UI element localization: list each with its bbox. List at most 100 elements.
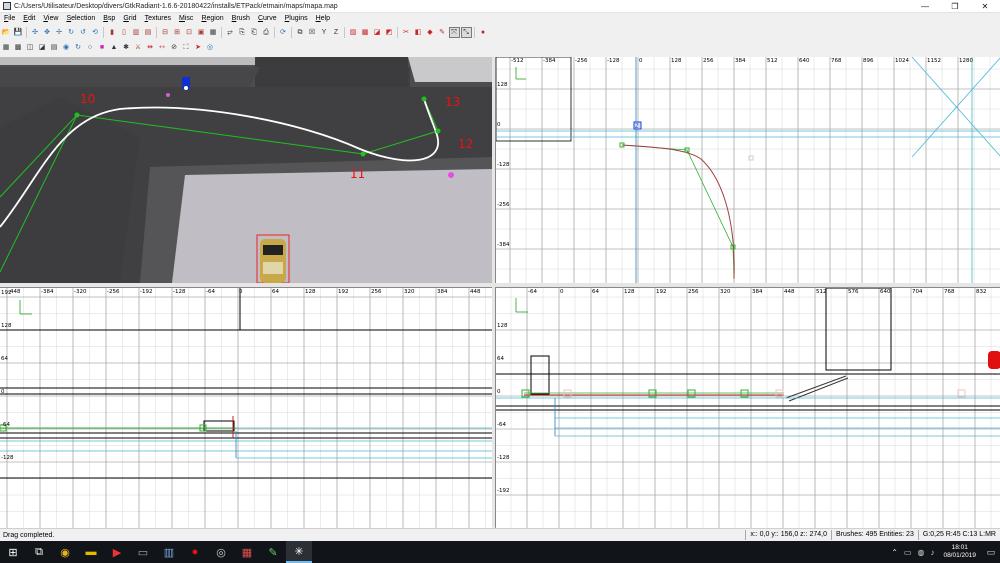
color-icon[interactable]: ◉: [61, 42, 72, 53]
task-view-icon[interactable]: ⧉: [26, 541, 52, 563]
patch-cap-icon[interactable]: ▩: [360, 27, 371, 38]
tray-icon[interactable]: ⌃: [888, 548, 901, 557]
csg-merge-icon[interactable]: ⊞: [172, 27, 183, 38]
region-icon[interactable]: ⛶: [181, 42, 192, 53]
menu-curve[interactable]: Curve: [254, 15, 281, 22]
grid-icon[interactable]: ▦: [1, 42, 12, 53]
open-icon[interactable]: 📂: [1, 27, 12, 38]
z-view-icon[interactable]: Z: [331, 27, 342, 38]
bones-icon[interactable]: ⚔: [133, 42, 144, 53]
rotate-y-icon[interactable]: ↺: [78, 27, 89, 38]
xz-curve[interactable]: [0, 416, 236, 438]
clipper-icon[interactable]: ▦: [208, 27, 219, 38]
menu-plugins[interactable]: Plugins: [281, 15, 312, 22]
show-curves-icon[interactable]: ●: [478, 27, 489, 38]
entity-icon[interactable]: ✱: [121, 42, 132, 53]
menu-view[interactable]: View: [39, 15, 62, 22]
x-view-icon[interactable]: ☒: [307, 27, 318, 38]
make-hollow-icon[interactable]: ⊡: [184, 27, 195, 38]
tray-icon[interactable]: ▭: [901, 548, 915, 557]
brush-outlines[interactable]: [0, 288, 492, 479]
system-icon[interactable]: ▥: [156, 541, 182, 563]
drag-edges-icon[interactable]: ⤧: [448, 26, 460, 38]
camera-view[interactable]: 10 13 12 11: [0, 57, 492, 283]
select-partial-tall-icon[interactable]: ▥: [131, 27, 142, 38]
flip-z-icon[interactable]: ✢: [54, 27, 65, 38]
change-views-icon[interactable]: ⥂: [225, 27, 236, 38]
invert-selection-icon[interactable]: ◪: [37, 42, 48, 53]
scale-lock-icon[interactable]: ⎙: [261, 27, 272, 38]
camera-view-icon[interactable]: ⧉: [295, 27, 306, 38]
y-view-icon[interactable]: Y: [319, 27, 330, 38]
menu-file[interactable]: File: [0, 15, 19, 22]
no-entry-icon[interactable]: ⊘: [169, 42, 180, 53]
patch-dropper-icon[interactable]: ✎: [437, 27, 448, 38]
media-icon[interactable]: ▶: [104, 541, 130, 563]
car-model[interactable]: [256, 234, 290, 283]
scale-arrows-icon[interactable]: ⇿: [157, 42, 168, 53]
tray-icon[interactable]: ◍: [914, 548, 927, 557]
rotate-z-icon[interactable]: ⟲: [90, 27, 101, 38]
patch-thicken-icon[interactable]: ◆: [425, 27, 436, 38]
select-by-texture-icon[interactable]: ◫: [25, 42, 36, 53]
menu-bsp[interactable]: Bsp: [99, 15, 119, 22]
patch-mode-icon[interactable]: ▤: [49, 42, 60, 53]
select-touching-icon[interactable]: ▯: [119, 27, 130, 38]
minimize-button[interactable]: —: [910, 0, 940, 12]
patch-icon[interactable]: ▨: [348, 27, 359, 38]
start-icon[interactable]: ⊞: [0, 541, 26, 563]
flip-y-icon[interactable]: ✥: [42, 27, 53, 38]
yz-view[interactable]: -64 0 64 128 192 256 320 384 448 512 576 640 704 768 8…: [495, 287, 1000, 528]
dos-icon[interactable]: ▭: [130, 541, 156, 563]
notification-icon[interactable]: ▭: [982, 547, 1000, 558]
menu-brush[interactable]: Brush: [228, 15, 254, 22]
pink-entity[interactable]: [166, 93, 170, 97]
record-icon[interactable]: ●: [182, 541, 208, 563]
camera-scene[interactable]: [0, 57, 492, 283]
maximize-button[interactable]: ❐: [940, 0, 970, 12]
xz-view[interactable]: -448 -384 -320 -256 -192 -128 -64 0 64 128 192 256 3…: [0, 287, 492, 528]
rotate-icon[interactable]: ↻: [73, 42, 84, 53]
terrain-icon[interactable]: ▲: [109, 42, 120, 53]
close-button[interactable]: ✕: [970, 0, 1000, 12]
red-entity[interactable]: [988, 351, 1000, 369]
filter-icon[interactable]: ✂: [401, 27, 412, 38]
rotate-lock-icon[interactable]: ⎗: [249, 27, 260, 38]
notepad-icon[interactable]: ✎: [260, 541, 286, 563]
xy-view[interactable]: Z -512 -384 -256 -128 0 128 256 384 512 640 768 896…: [495, 57, 1000, 283]
csg-subtract-icon[interactable]: ⊟: [160, 27, 171, 38]
menu-help[interactable]: Help: [312, 15, 334, 22]
menu-misc[interactable]: Misc: [175, 15, 197, 22]
menu-grid[interactable]: Grid: [119, 15, 140, 22]
menu-region[interactable]: Region: [197, 15, 227, 22]
texture-lock-icon[interactable]: ⎘: [237, 27, 248, 38]
rotate-x-icon[interactable]: ↻: [66, 27, 77, 38]
select-complete-tall-icon[interactable]: ▮: [107, 27, 118, 38]
circle-icon[interactable]: ○: [85, 42, 96, 53]
player-entity[interactable]: [182, 77, 190, 90]
patch-bevel-icon[interactable]: ◪: [372, 27, 383, 38]
save-icon[interactable]: 💾: [13, 27, 24, 38]
grid-snap-icon[interactable]: ▩: [13, 42, 24, 53]
select-inside-icon[interactable]: ▤: [143, 27, 154, 38]
z-marker[interactable]: Z: [633, 121, 642, 130]
make-room-icon[interactable]: ▣: [196, 27, 207, 38]
move-arrows-icon[interactable]: ⇹: [145, 42, 156, 53]
menu-textures[interactable]: Textures: [141, 15, 175, 22]
nav-icon[interactable]: ➤: [193, 42, 204, 53]
portal-icon[interactable]: ◎: [205, 42, 216, 53]
flip-x-icon[interactable]: ✣: [30, 27, 41, 38]
radiant-icon[interactable]: ✳: [286, 541, 312, 563]
drag-vertices-icon[interactable]: ⤡: [460, 26, 472, 38]
steering-icon[interactable]: ◎: [208, 541, 234, 563]
tray-icon[interactable]: ♪: [927, 548, 937, 557]
explorer-icon[interactable]: ▬: [78, 541, 104, 563]
magenta-brush-icon[interactable]: ■: [97, 42, 108, 53]
xy-curve[interactable]: [619, 142, 754, 280]
archive-icon[interactable]: ▦: [234, 541, 260, 563]
brush-outlines[interactable]: [496, 57, 572, 142]
clock[interactable]: 18:01 08/01/2019: [937, 544, 982, 560]
chrome-icon[interactable]: ◉: [52, 541, 78, 563]
menu-edit[interactable]: Edit: [19, 15, 39, 22]
pink-entity[interactable]: [448, 172, 454, 178]
